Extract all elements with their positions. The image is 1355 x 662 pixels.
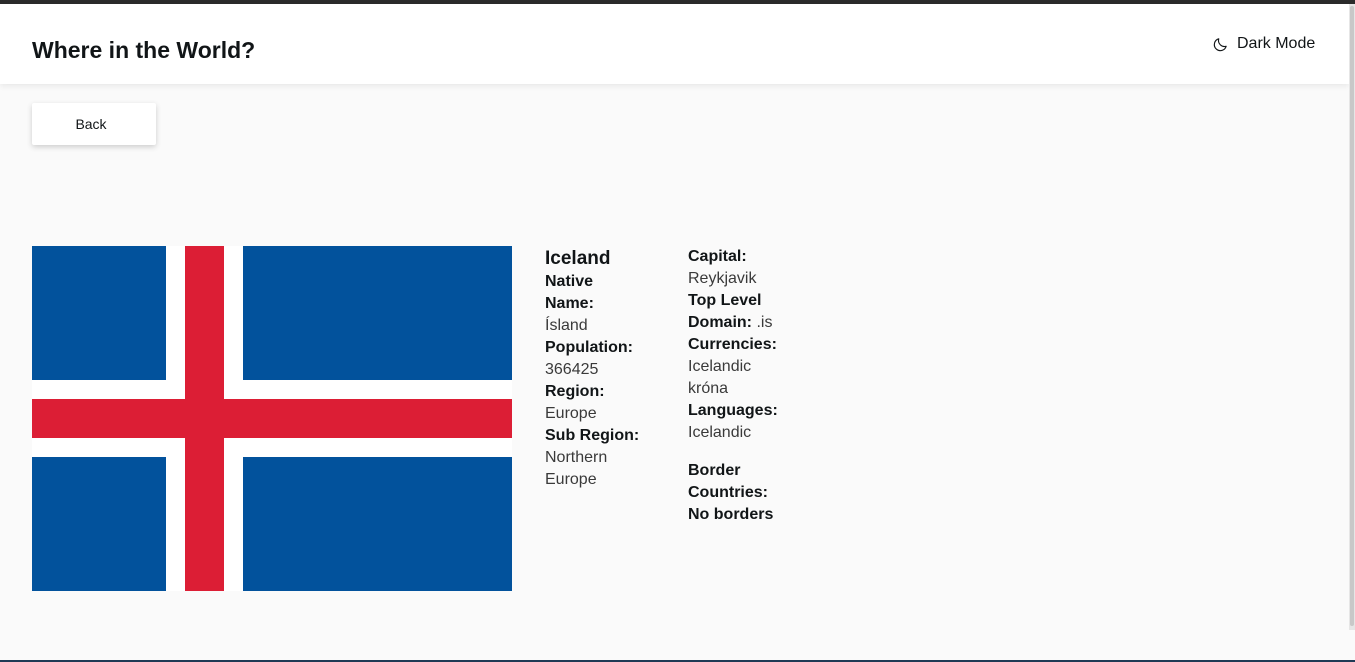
- country-details-primary: Iceland Native Name: Ísland Population: …: [545, 247, 645, 491]
- country-flag: [32, 246, 512, 591]
- scrollbar-thumb[interactable]: [1350, 6, 1354, 626]
- currencies-label: Currencies:: [688, 336, 777, 353]
- country-name: Iceland: [545, 248, 611, 269]
- capital-label: Capital:: [688, 248, 747, 265]
- native-name-label-cont: Name:: [545, 295, 594, 312]
- native-name-value: Ísland: [545, 317, 588, 334]
- tld-label: Top Level: [688, 292, 762, 309]
- border-countries-section: Border Countries: No borders: [688, 460, 788, 526]
- country-details-secondary: Capital: Reykjavik Top Level Domain: .is…: [688, 246, 788, 526]
- tld-value: .is: [756, 314, 773, 331]
- population-label: Population:: [545, 339, 633, 356]
- languages-label: Languages:: [688, 402, 778, 419]
- border-countries-value: No borders: [688, 506, 774, 523]
- native-name-label: Native: [545, 273, 594, 290]
- population-value: 366425: [545, 361, 599, 378]
- border-countries-label: Border: [688, 462, 741, 479]
- border-countries-label-cont: Countries:: [688, 484, 768, 501]
- sub-region-value: Northern: [545, 449, 608, 466]
- currency-value: Icelandic: [688, 358, 752, 375]
- dark-mode-label: Dark Mode: [1237, 35, 1316, 52]
- region-value: Europe: [545, 405, 597, 422]
- dark-mode-toggle[interactable]: Dark Mode: [1212, 35, 1315, 53]
- tld-row: Domain: .is: [688, 312, 788, 334]
- tld-label-cont: Domain:: [688, 314, 752, 331]
- back-button[interactable]: Back: [32, 103, 156, 145]
- sub-region-label: Sub Region:: [545, 427, 640, 444]
- region-label: Region:: [545, 383, 605, 400]
- currency-value-cont: króna: [688, 380, 729, 397]
- app-header: Where in the World? Dark Mode: [0, 4, 1349, 84]
- language-value: Icelandic: [688, 424, 752, 441]
- moon-icon: [1213, 37, 1227, 51]
- capital-value: Reykjavik: [688, 270, 757, 287]
- page-title: Where in the World?: [32, 37, 256, 63]
- sub-region-value-cont: Europe: [545, 471, 597, 488]
